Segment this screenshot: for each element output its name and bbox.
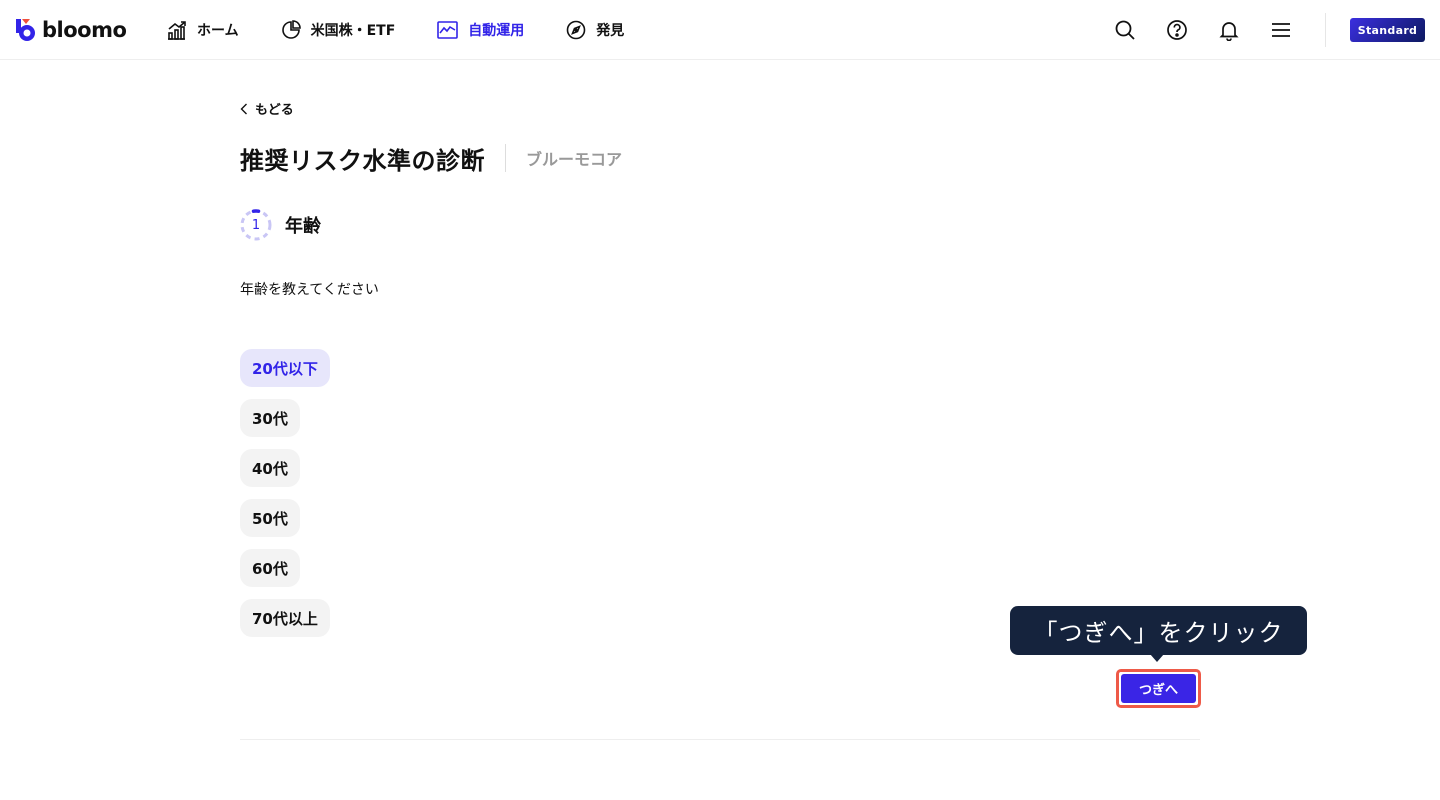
title-divider bbox=[505, 144, 506, 172]
back-link-label: もどる bbox=[255, 103, 294, 118]
header-divider bbox=[1325, 13, 1326, 47]
chevron-left-icon bbox=[240, 103, 248, 115]
back-link[interactable]: もどる bbox=[240, 99, 294, 118]
title-row: 推奨リスク水準の診断 ブルーモコア bbox=[240, 140, 622, 176]
nav-discover[interactable]: 発見 bbox=[566, 0, 624, 60]
tooltip-arrow bbox=[1150, 654, 1164, 662]
instruction-tooltip: 「つぎへ」をクリック bbox=[1010, 606, 1307, 655]
page-title: 推奨リスク水準の診断 bbox=[240, 146, 485, 175]
line-chart-icon bbox=[437, 21, 459, 39]
main-nav: ホーム 米国株・ETF 自動運用 発見 bbox=[166, 0, 666, 60]
nav-auto-invest[interactable]: 自動運用 bbox=[437, 0, 524, 60]
search-icon[interactable] bbox=[1113, 18, 1137, 42]
step-label: 年齢 bbox=[285, 216, 321, 237]
chart-growth-icon bbox=[166, 20, 187, 41]
age-options: 20代以下 30代 40代 50代 60代 70代以上 bbox=[240, 349, 330, 649]
question-text: 年齢を教えてください bbox=[240, 282, 379, 298]
nav-home-label: ホーム bbox=[197, 23, 239, 39]
nav-home[interactable]: ホーム bbox=[166, 0, 239, 60]
step-indicator: 1 年齢 bbox=[240, 208, 321, 242]
option-30s[interactable]: 30代 bbox=[240, 399, 300, 437]
logo-text: bloomo bbox=[42, 18, 127, 42]
option-70s-or-over[interactable]: 70代以上 bbox=[240, 599, 330, 637]
option-50s[interactable]: 50代 bbox=[240, 499, 300, 537]
footer-divider bbox=[240, 739, 1200, 740]
option-60s[interactable]: 60代 bbox=[240, 549, 300, 587]
step-progress-ring: 1 bbox=[240, 209, 272, 241]
bell-icon[interactable] bbox=[1217, 18, 1241, 42]
pie-chart-icon bbox=[281, 20, 301, 40]
nav-auto-invest-label: 自動運用 bbox=[468, 23, 525, 39]
page-subtitle: ブルーモコア bbox=[526, 150, 623, 169]
compass-icon bbox=[566, 20, 586, 40]
bloomo-logo-mark bbox=[16, 19, 35, 41]
bloomo-logo[interactable]: bloomo bbox=[16, 17, 127, 43]
nav-discover-label: 発見 bbox=[596, 23, 625, 39]
next-button[interactable]: つぎへ bbox=[1121, 674, 1196, 703]
nav-us-stocks-etf[interactable]: 米国株・ETF bbox=[281, 0, 396, 60]
nav-us-stocks-etf-label: 米国株・ETF bbox=[310, 23, 396, 39]
step-number: 1 bbox=[251, 217, 261, 233]
option-40s[interactable]: 40代 bbox=[240, 449, 300, 487]
header-actions: Standard bbox=[1113, 0, 1440, 60]
top-navigation-bar: bloomo ホーム 米国株・ETF 自動運用 発見 Standard bbox=[0, 0, 1440, 60]
menu-icon[interactable] bbox=[1269, 18, 1293, 42]
plan-badge[interactable]: Standard bbox=[1350, 18, 1425, 42]
help-icon[interactable] bbox=[1165, 18, 1189, 42]
option-20s-or-under[interactable]: 20代以下 bbox=[240, 349, 330, 387]
